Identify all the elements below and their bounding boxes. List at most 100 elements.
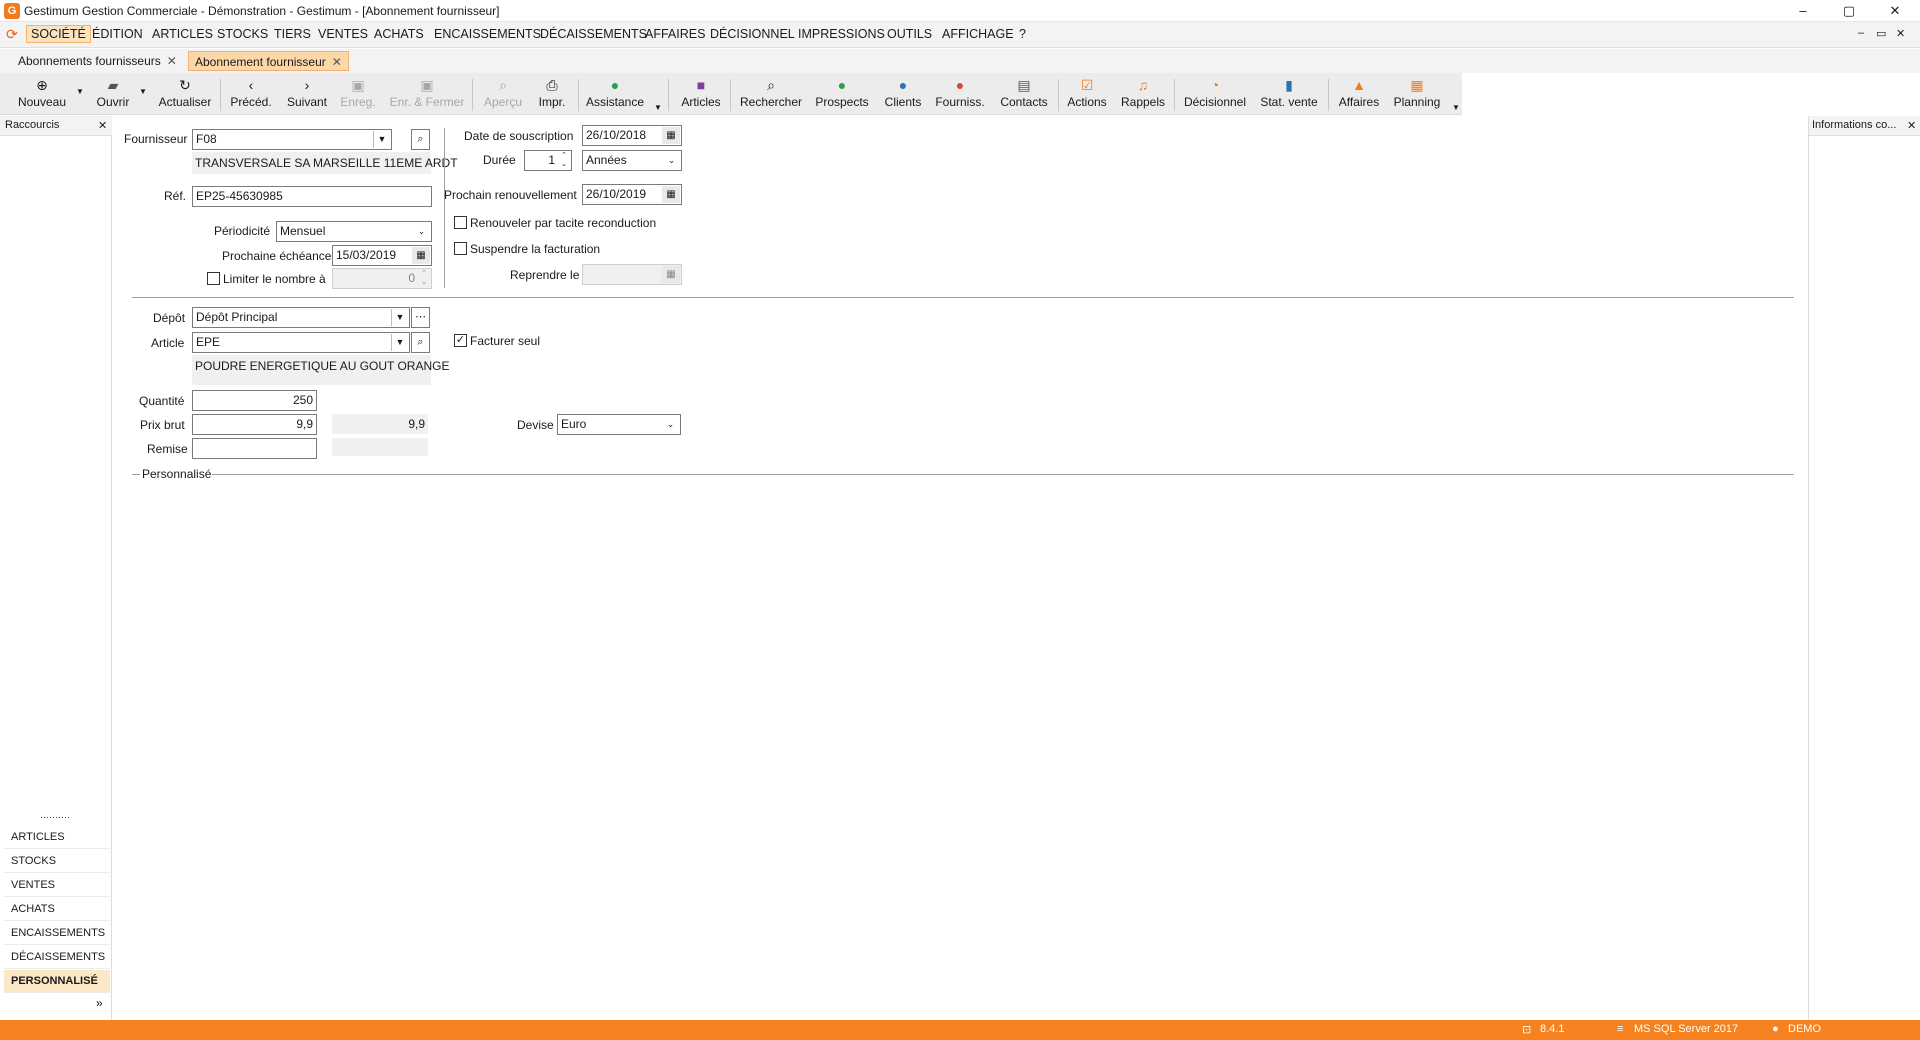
chevron-down-icon[interactable]: ⌄ (413, 223, 430, 240)
remise-net-value (332, 438, 428, 456)
nav-articles[interactable]: ARTICLES (4, 826, 110, 849)
prix-brut-field[interactable]: 9,9 (192, 414, 317, 435)
ref-field[interactable]: EP25-45630985 (192, 186, 432, 207)
chevron-down-icon[interactable]: ▼ (373, 131, 390, 148)
rechercher-button[interactable]: ⌕ Rechercher (736, 76, 806, 114)
spinner-icon[interactable]: ⌃ ⌄ (558, 151, 570, 170)
actualiser-button[interactable]: ↻ Actualiser (156, 76, 214, 114)
nav-stocks[interactable]: STOCKS (4, 850, 110, 873)
suspendre-checkbox[interactable] (454, 242, 467, 255)
nav-ventes[interactable]: VENTES (4, 874, 110, 897)
add-icon: ⊕ (36, 77, 48, 93)
fournisseur-field[interactable]: F08 ▼ (192, 129, 392, 150)
nav-encaissements[interactable]: ENCAISSEMENTS (4, 922, 110, 945)
menu-impressions[interactable]: IMPRESSIONS (798, 27, 885, 41)
nav-more-icon[interactable]: » (96, 996, 103, 1010)
suivant-button[interactable]: › Suivant (284, 76, 330, 114)
menu-affaires[interactable]: AFFAIRES (645, 27, 705, 41)
close-panel-icon[interactable]: ✕ (98, 119, 107, 132)
mdi-restore-button[interactable]: ▭ (1876, 27, 1886, 40)
limiter-field[interactable]: 0 ⌃ ⌄ (332, 268, 432, 289)
clients-button[interactable]: ● Clients (880, 76, 926, 114)
nav-decaissements[interactable]: DÉCAISSEMENTS (4, 946, 110, 969)
fournisseurs-button[interactable]: ● Fourniss. (932, 76, 988, 114)
rappels-button[interactable]: ♫ Rappels (1118, 76, 1168, 114)
mdi-minimize-button[interactable]: – (1858, 27, 1864, 39)
articles-button[interactable]: ■ Articles (676, 76, 726, 114)
nav-personnalise[interactable]: PERSONNALISÉ (4, 970, 110, 993)
tab-abonnement-fournisseur[interactable]: Abonnement fournisseur ✕ (188, 51, 349, 71)
menu-tiers[interactable]: TIERS (274, 27, 311, 41)
tab-abonnements-fournisseurs[interactable]: Abonnements fournisseurs ✕ (12, 51, 183, 71)
assistance-button[interactable]: ● Assistance (584, 76, 646, 114)
menu-articles[interactable]: ARTICLES (152, 27, 213, 41)
menu-decaissements[interactable]: DÉCAISSEMENTS (540, 27, 647, 41)
limiter-checkbox[interactable] (207, 272, 220, 285)
nouveau-button[interactable]: ⊕ Nouveau (14, 76, 70, 114)
calendar-icon[interactable]: ▦ (662, 266, 680, 283)
facturer-seul-checkbox[interactable]: ✓ (454, 334, 467, 347)
menu-outils[interactable]: OUTILS (887, 27, 932, 41)
menu-help[interactable]: ? (1019, 27, 1026, 41)
toolbar-overflow-icon[interactable]: ▼ (1452, 103, 1460, 112)
maximize-button[interactable]: ▢ (1826, 0, 1872, 22)
enregistrer-fermer-button[interactable]: ▣ Enr. & Fermer (388, 76, 466, 114)
fournisseur-search-button[interactable]: ⌕ (411, 129, 430, 150)
panel-resize-grip[interactable]: ·········· (40, 812, 70, 822)
toolbar-overflow-icon[interactable]: ▼ (654, 103, 662, 112)
actions-button[interactable]: ☑ Actions (1064, 76, 1110, 114)
close-panel-icon[interactable]: ✕ (1907, 119, 1916, 132)
calendar-icon[interactable]: ▦ (662, 127, 680, 144)
duree-field[interactable]: 1 ⌃ ⌄ (524, 150, 572, 171)
minimize-button[interactable]: – (1780, 0, 1826, 22)
apercu-button[interactable]: ⌕ Aperçu (480, 76, 526, 114)
menu-stocks[interactable]: STOCKS (217, 27, 268, 41)
decisionnel-button[interactable]: ◔ Décisionnel (1180, 76, 1250, 114)
depot-select[interactable]: Dépôt Principal ▼ (192, 307, 410, 328)
quantite-field[interactable]: 250 (192, 390, 317, 411)
menu-edition[interactable]: ÉDITION (92, 27, 143, 41)
refresh-logo-icon[interactable]: ⟳ (6, 26, 18, 43)
menu-affichage[interactable]: AFFICHAGE (942, 27, 1014, 41)
menu-ventes[interactable]: VENTES (318, 27, 368, 41)
mdi-close-button[interactable]: ✕ (1896, 27, 1905, 40)
close-tab-icon[interactable]: ✕ (167, 54, 177, 68)
prospects-button[interactable]: ● Prospects (812, 76, 872, 114)
reprendre-field[interactable]: ▦ (582, 264, 682, 285)
periodicite-select[interactable]: Mensuel ⌄ (276, 221, 432, 242)
ouvrir-button[interactable]: ▰ Ouvrir (90, 76, 136, 114)
devise-select[interactable]: Euro ⌄ (557, 414, 681, 435)
article-field[interactable]: EPE ▼ (192, 332, 410, 353)
prochaine-echeance-field[interactable]: 15/03/2019 ▦ (332, 245, 432, 266)
planning-button[interactable]: ▦ Planning (1390, 76, 1444, 114)
prochain-renouvellement-field[interactable]: 26/10/2019 ▦ (582, 184, 682, 205)
affaires-button[interactable]: ▲ Affaires (1334, 76, 1384, 114)
depot-more-button[interactable]: ⋯ (411, 307, 430, 328)
menu-achats[interactable]: ACHATS (374, 27, 424, 41)
enregistrer-button[interactable]: ▣ Enreg. (336, 76, 380, 114)
chevron-down-icon[interactable]: ▼ (391, 309, 408, 326)
duree-unit-select[interactable]: Années ⌄ (582, 150, 682, 171)
contacts-button[interactable]: ▤ Contacts (996, 76, 1052, 114)
spinner-icon[interactable]: ⌃ ⌄ (418, 269, 430, 288)
chevron-down-icon[interactable]: ▼ (391, 334, 408, 351)
date-souscription-field[interactable]: 26/10/2018 ▦ (582, 125, 682, 146)
stat-vente-button[interactable]: ▮ Stat. vente (1256, 76, 1322, 114)
imprimer-button[interactable]: ⎙ Impr. (532, 76, 572, 114)
renouveler-checkbox[interactable] (454, 216, 467, 229)
chevron-down-icon[interactable]: ⌄ (663, 152, 680, 169)
menu-encaissements[interactable]: ENCAISSEMENTS (434, 27, 541, 41)
nouveau-dropdown-icon[interactable]: ▼ (76, 87, 84, 96)
menu-societe[interactable]: SOCIÉTÉ (26, 25, 91, 43)
close-tab-icon[interactable]: ✕ (332, 55, 342, 69)
chevron-down-icon[interactable]: ⌄ (662, 416, 679, 433)
calendar-icon[interactable]: ▦ (662, 186, 680, 203)
ouvrir-dropdown-icon[interactable]: ▼ (139, 87, 147, 96)
menu-decisionnel[interactable]: DÉCISIONNEL (710, 27, 795, 41)
precedent-button[interactable]: ‹ Précéd. (228, 76, 274, 114)
remise-field[interactable] (192, 438, 317, 459)
calendar-icon[interactable]: ▦ (412, 247, 430, 264)
close-button[interactable]: ✕ (1872, 0, 1918, 22)
nav-achats[interactable]: ACHATS (4, 898, 110, 921)
article-search-button[interactable]: ⌕ (411, 332, 430, 353)
